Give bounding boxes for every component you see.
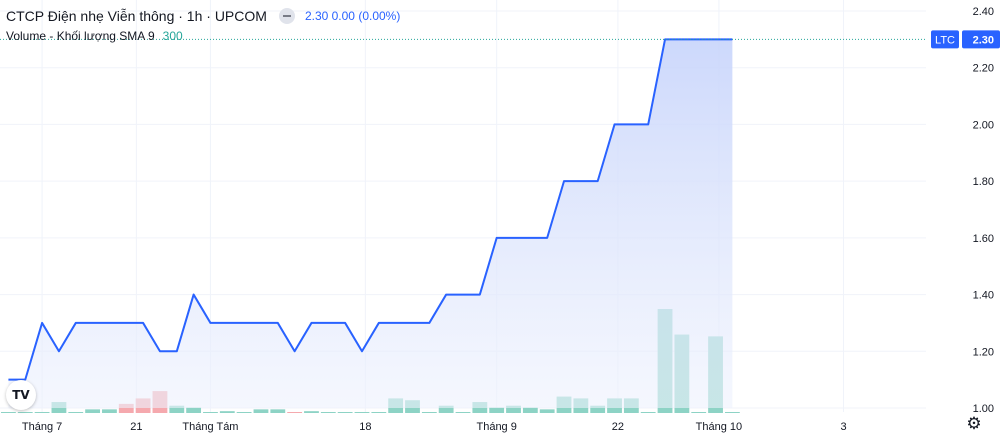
volume-bar	[253, 409, 269, 413]
y-tick-label: 1.40	[973, 290, 994, 302]
volume-bar	[1, 412, 16, 413]
x-axis: Tháng 7 21 Tháng Tám 18 Tháng 9 22 Tháng 10 3	[22, 421, 847, 433]
x-tick-label: Tháng 10	[696, 421, 742, 433]
symbol-legend-row: CTCP Điện nhẹ Viễn thông · 1h · UPCOM 2.…	[6, 6, 400, 26]
volume-title[interactable]: Volume - Khối lượng SMA 9	[6, 29, 155, 43]
price-chart[interactable]: 2.402.202.001.801.601.401.201.00 Tháng 7…	[0, 0, 1000, 439]
volume-bar	[68, 412, 84, 413]
y-tick-label: 1.60	[973, 233, 994, 245]
volume-bar	[236, 412, 252, 413]
x-tick-label: 21	[130, 421, 142, 433]
y-tick-label: 1.20	[973, 346, 994, 358]
price-badges: LTC 2.30	[931, 30, 1000, 49]
price-area-fill	[8, 39, 733, 408]
last-price-badge-label: 2.30	[973, 34, 994, 46]
volume-bar	[455, 412, 471, 413]
collapse-icon[interactable]	[278, 8, 295, 24]
y-axis: 2.402.202.001.801.601.401.201.00	[973, 6, 994, 415]
y-tick-label: 2.40	[973, 6, 994, 18]
volume-bar	[186, 407, 202, 413]
gear-icon[interactable]: ⚙	[962, 412, 986, 436]
volume-bar	[691, 412, 707, 413]
volume-bar	[17, 412, 33, 413]
x-tick-label: 18	[359, 421, 371, 433]
volume-bar	[304, 411, 319, 413]
y-tick-label: 1.80	[973, 176, 994, 188]
volume-value: 300	[162, 29, 183, 43]
x-tick-label: 22	[612, 421, 624, 433]
volume-bar	[270, 409, 286, 413]
volume-bar	[489, 407, 505, 413]
volume-bar	[34, 412, 50, 413]
volume-bar	[320, 412, 336, 413]
volume-bar	[85, 409, 101, 413]
chart-legend: CTCP Điện nhẹ Viễn thông · 1h · UPCOM 2.…	[6, 6, 400, 46]
volume-bar	[640, 412, 656, 413]
ticker-badge-label: LTC	[935, 34, 955, 46]
x-tick-label: Tháng Tám	[182, 421, 238, 433]
volume-bar	[539, 409, 555, 413]
volume-legend-row: Volume - Khối lượng SMA 9 300	[6, 26, 400, 46]
x-tick-label: Tháng 9	[476, 421, 516, 433]
y-tick-label: 2.20	[973, 63, 994, 75]
volume-bar	[421, 412, 437, 413]
tradingview-logo-icon[interactable]: TV	[6, 380, 36, 410]
x-tick-label: Tháng 7	[22, 421, 62, 433]
volume-bar	[354, 412, 370, 413]
volume-bar	[219, 411, 235, 413]
volume-bar	[522, 407, 538, 413]
symbol-title[interactable]: CTCP Điện nhẹ Viễn thông · 1h · UPCOM	[6, 8, 267, 24]
volume-bar	[371, 412, 387, 413]
symbol-price-info: 2.30 0.00 (0.00%)	[304, 9, 401, 23]
price-area	[8, 39, 733, 408]
volume-bar	[287, 412, 303, 413]
volume-bar	[337, 412, 353, 413]
volume-bar	[102, 409, 117, 413]
y-tick-label: 2.00	[973, 119, 994, 131]
volume-bar	[724, 412, 740, 413]
x-tick-label: 3	[840, 421, 846, 433]
volume-bar	[203, 412, 218, 413]
